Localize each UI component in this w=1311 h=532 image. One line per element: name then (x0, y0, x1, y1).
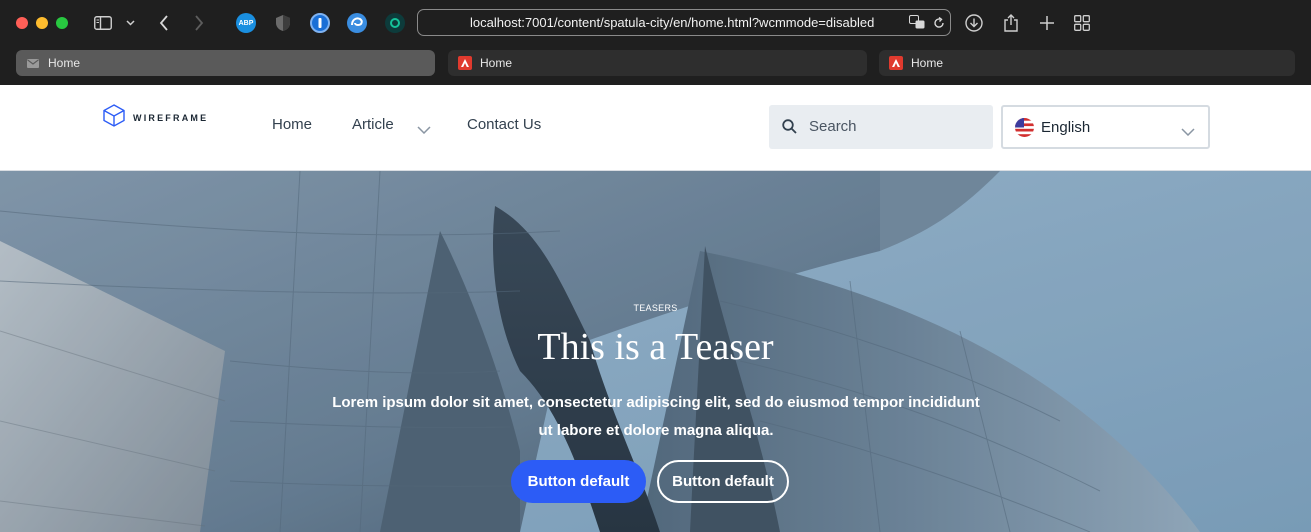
chevron-down-icon[interactable] (417, 121, 431, 139)
tab-label: Home (48, 56, 81, 70)
teaser-pretitle: TEASERS (633, 303, 678, 313)
adobe-icon (889, 56, 903, 70)
search-icon (782, 119, 797, 139)
logo-text: WIREFRAME (133, 113, 209, 123)
shield-icon[interactable] (273, 13, 293, 33)
secondary-button[interactable]: Button default (657, 460, 789, 503)
language-label: English (1041, 119, 1091, 136)
grammarly-icon[interactable] (385, 13, 405, 33)
forward-arrow-icon[interactable] (190, 12, 208, 34)
onepassword-icon[interactable] (310, 13, 330, 33)
tab-bar: Home Home Home (0, 46, 1311, 85)
share-icon[interactable] (1001, 12, 1021, 34)
tab-label: Home (911, 56, 944, 70)
chevron-down-icon[interactable] (124, 12, 136, 34)
us-flag-icon (1015, 118, 1034, 137)
nav-article[interactable]: Article (352, 116, 394, 133)
tab-home-3[interactable]: Home (879, 50, 1295, 76)
translate-icon[interactable] (909, 15, 925, 34)
nav-contact-us[interactable]: Contact Us (467, 116, 541, 133)
adobe-icon (458, 56, 472, 70)
reload-icon[interactable] (933, 16, 945, 34)
browser-toolbar: ABP localhost:7001/content/spatula-city/… (0, 0, 1311, 46)
tab-label: Home (480, 56, 513, 70)
back-arrow-icon[interactable] (155, 12, 173, 34)
cube-icon (103, 104, 125, 132)
hero-teaser: TEASERS This is a Teaser Lorem ipsum dol… (0, 171, 1311, 532)
teaser-title: This is a Teaser (537, 326, 774, 368)
tab-home-2[interactable]: Home (448, 50, 867, 76)
search-placeholder: Search (809, 118, 857, 135)
envelope-icon (26, 56, 40, 70)
teaser-description: Lorem ipsum dolor sit amet, consectetur … (332, 394, 980, 439)
url-text[interactable]: localhost:7001/content/spatula-city/en/h… (470, 15, 874, 30)
new-tab-icon[interactable] (1037, 12, 1057, 34)
language-select[interactable]: English (1001, 105, 1210, 149)
tab-home-1[interactable]: Home (16, 50, 435, 76)
close-window-button[interactable] (16, 17, 28, 29)
edge-icon[interactable] (347, 13, 367, 33)
abp-icon[interactable]: ABP (236, 13, 256, 33)
address-bar[interactable]: localhost:7001/content/spatula-city/en/h… (417, 9, 951, 36)
sidebar-toggle-icon[interactable] (93, 12, 113, 34)
tab-overview-icon[interactable] (1072, 12, 1092, 34)
primary-button[interactable]: Button default (511, 460, 646, 503)
search-input[interactable]: Search (769, 105, 993, 149)
zoom-window-button[interactable] (56, 17, 68, 29)
site-logo[interactable]: WIREFRAME (103, 104, 208, 132)
minimize-window-button[interactable] (36, 17, 48, 29)
chevron-down-icon (1181, 123, 1195, 141)
site-header: WIREFRAME Home Article Contact Us Search… (0, 85, 1311, 171)
nav-home[interactable]: Home (272, 116, 312, 133)
downloads-icon[interactable] (964, 12, 984, 34)
